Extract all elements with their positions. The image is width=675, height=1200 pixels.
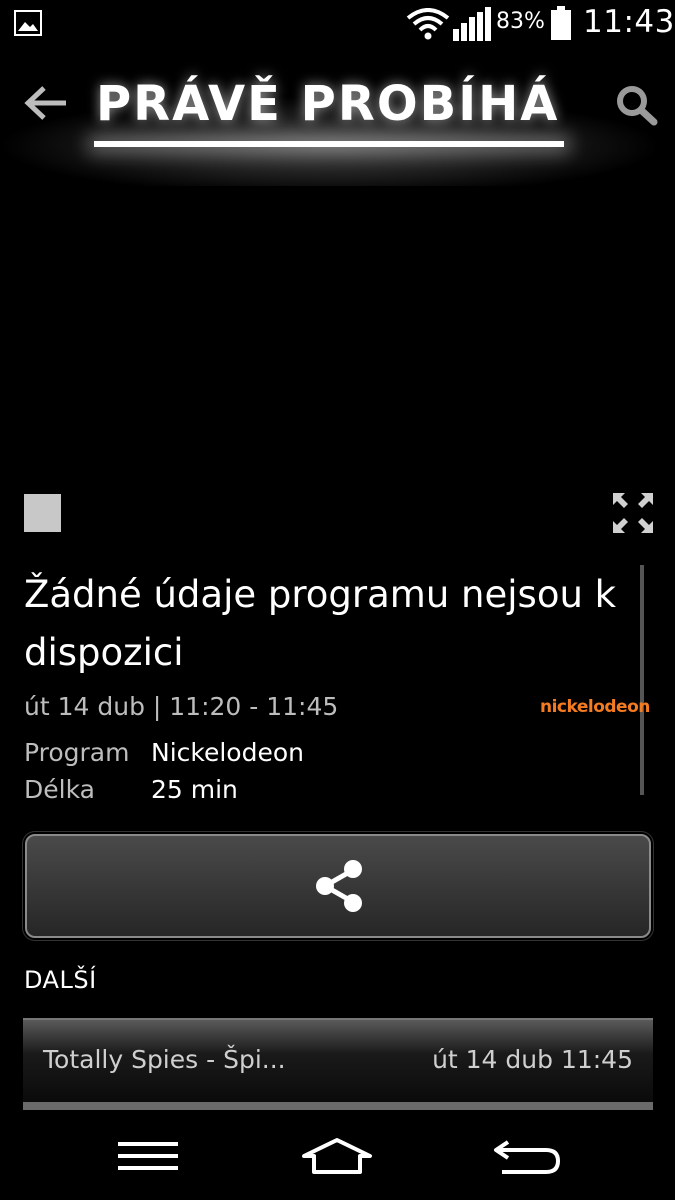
next-item-title: Totally Spies - Špi... xyxy=(43,1045,286,1074)
program-row: Program Nickelodeon xyxy=(24,738,304,767)
system-nav-bar xyxy=(0,1110,675,1200)
battery-icon xyxy=(551,6,571,40)
length-value: 25 min xyxy=(151,775,238,804)
length-label: Délka xyxy=(24,775,95,804)
page-title: PRÁVĚ PROBÍHÁ xyxy=(96,76,560,132)
home-icon[interactable] xyxy=(300,1136,374,1176)
list-item[interactable]: Totally Spies - Špi... út 14 dub 11:45 xyxy=(23,1018,653,1104)
battery-percent: 83% xyxy=(496,9,545,34)
arrow-left-icon[interactable] xyxy=(22,84,68,122)
program-title: Žádné údaje programu nejsou k dispozici xyxy=(24,566,654,682)
program-title-line-1: Žádné údaje programu nejsou k xyxy=(24,573,617,616)
next-heading: DALŠÍ xyxy=(24,966,97,994)
status-bar: 83% 11:43 xyxy=(0,0,675,46)
back-icon[interactable] xyxy=(492,1136,562,1176)
next-item-time: út 14 dub 11:45 xyxy=(432,1045,633,1074)
program-value: Nickelodeon xyxy=(151,738,304,767)
length-row: Délka 25 min xyxy=(24,775,238,804)
list-item-partial[interactable] xyxy=(23,1102,653,1110)
clock: 11:43 xyxy=(583,4,675,40)
title-underline xyxy=(94,141,564,147)
program-datetime: út 14 dub | 11:20 - 11:45 xyxy=(24,692,339,721)
image-icon xyxy=(14,10,42,36)
program-label: Program xyxy=(24,738,130,767)
search-icon[interactable] xyxy=(614,84,658,126)
stop-icon[interactable] xyxy=(24,494,61,532)
program-title-line-2: dispozici xyxy=(24,631,184,674)
app-header: PRÁVĚ PROBÍHÁ xyxy=(0,46,675,186)
fullscreen-icon[interactable] xyxy=(612,492,654,534)
signal-icon xyxy=(453,7,491,41)
share-button[interactable] xyxy=(25,834,651,938)
channel-logo: nickelodeon xyxy=(540,697,650,717)
share-icon xyxy=(316,860,362,912)
menu-icon[interactable] xyxy=(118,1140,178,1172)
wifi-icon xyxy=(406,8,450,40)
